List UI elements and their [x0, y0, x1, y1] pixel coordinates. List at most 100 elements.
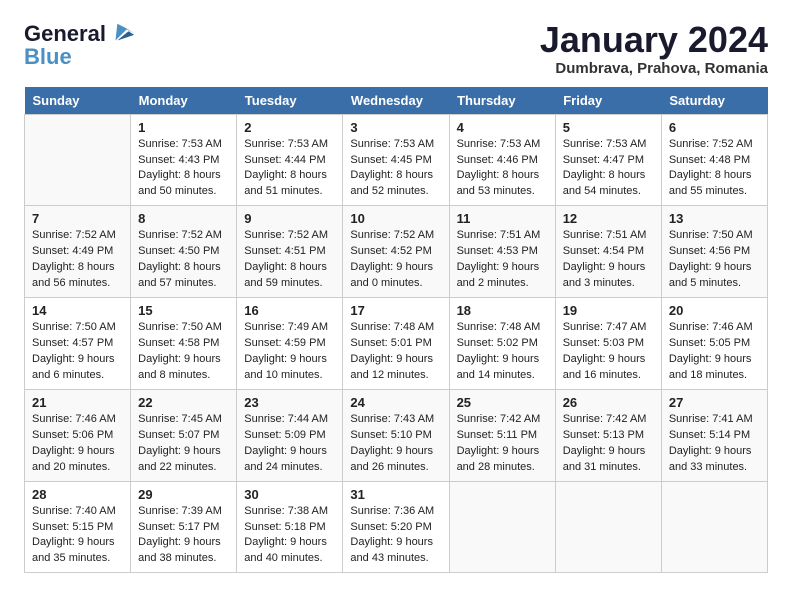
- day-number: 13: [669, 211, 760, 226]
- day-info: Sunrise: 7:51 AMSunset: 4:53 PMDaylight:…: [457, 228, 548, 292]
- calendar-cell: 5 Sunrise: 7:53 AMSunset: 4:47 PMDaylight…: [555, 114, 661, 206]
- day-number: 3: [350, 120, 441, 135]
- col-header-saturday: Saturday: [661, 87, 767, 115]
- calendar-cell: [25, 114, 131, 206]
- day-number: 26: [563, 395, 654, 410]
- day-info: Sunrise: 7:42 AMSunset: 5:11 PMDaylight:…: [457, 412, 548, 476]
- day-number: 2: [244, 120, 335, 135]
- day-info: Sunrise: 7:53 AMSunset: 4:44 PMDaylight:…: [244, 137, 335, 201]
- calendar-cell: 4 Sunrise: 7:53 AMSunset: 4:46 PMDaylight…: [449, 114, 555, 206]
- header: General Blue January 2024 Dumbrava, Prah…: [24, 20, 768, 77]
- day-number: 22: [138, 395, 229, 410]
- day-number: 4: [457, 120, 548, 135]
- logo-bird-icon: [108, 20, 136, 48]
- location-subtitle: Dumbrava, Prahova, Romania: [540, 60, 768, 77]
- day-info: Sunrise: 7:41 AMSunset: 5:14 PMDaylight:…: [669, 412, 760, 476]
- day-number: 7: [32, 211, 123, 226]
- day-number: 19: [563, 303, 654, 318]
- calendar-cell: 8Sunrise: 7:52 AMSunset: 4:50 PMDaylight…: [131, 206, 237, 298]
- calendar-cell: 27Sunrise: 7:41 AMSunset: 5:14 PMDayligh…: [661, 389, 767, 481]
- calendar-cell: [661, 481, 767, 573]
- calendar-cell: 1 Sunrise: 7:53 AMSunset: 4:43 PMDaylight…: [131, 114, 237, 206]
- calendar-cell: 7 Sunrise: 7:52 AMSunset: 4:49 PMDaylight…: [25, 206, 131, 298]
- calendar-cell: 13 Sunrise: 7:50 AMSunset: 4:56 PMDayligh…: [661, 206, 767, 298]
- day-number: 28: [32, 487, 123, 502]
- day-info: Sunrise: 7:53 AMSunset: 4:47 PMDaylight:…: [563, 137, 654, 201]
- calendar-cell: 19Sunrise: 7:47 AMSunset: 5:03 PMDayligh…: [555, 298, 661, 390]
- day-info: Sunrise: 7:53 AMSunset: 4:43 PMDaylight:…: [138, 137, 229, 201]
- day-number: 30: [244, 487, 335, 502]
- day-info: Sunrise: 7:49 AMSunset: 4:59 PMDaylight:…: [244, 320, 335, 384]
- day-number: 17: [350, 303, 441, 318]
- day-info: Sunrise: 7:43 AMSunset: 5:10 PMDaylight:…: [350, 412, 441, 476]
- calendar-cell: 17 Sunrise: 7:48 AMSunset: 5:01 PMDayligh…: [343, 298, 449, 390]
- calendar-cell: 14 Sunrise: 7:50 AMSunset: 4:57 PMDayligh…: [25, 298, 131, 390]
- day-number: 20: [669, 303, 760, 318]
- day-number: 29: [138, 487, 229, 502]
- day-number: 21: [32, 395, 123, 410]
- week-row-4: 21 Sunrise: 7:46 AMSunset: 5:06 PMDayligh…: [25, 389, 768, 481]
- day-number: 23: [244, 395, 335, 410]
- day-info: Sunrise: 7:50 AMSunset: 4:56 PMDaylight:…: [669, 228, 760, 292]
- day-number: 12: [563, 211, 654, 226]
- day-number: 1: [138, 120, 229, 135]
- week-row-3: 14 Sunrise: 7:50 AMSunset: 4:57 PMDayligh…: [25, 298, 768, 390]
- calendar-cell: 23 Sunrise: 7:44 AMSunset: 5:09 PMDayligh…: [237, 389, 343, 481]
- day-info: Sunrise: 7:51 AMSunset: 4:54 PMDaylight:…: [563, 228, 654, 292]
- day-number: 11: [457, 211, 548, 226]
- calendar-cell: [555, 481, 661, 573]
- calendar-cell: 28Sunrise: 7:40 AMSunset: 5:15 PMDayligh…: [25, 481, 131, 573]
- calendar-cell: 9 Sunrise: 7:52 AMSunset: 4:51 PMDaylight…: [237, 206, 343, 298]
- day-info: Sunrise: 7:52 AMSunset: 4:51 PMDaylight:…: [244, 228, 335, 292]
- col-header-thursday: Thursday: [449, 87, 555, 115]
- day-info: Sunrise: 7:46 AMSunset: 5:05 PMDaylight:…: [669, 320, 760, 384]
- calendar-cell: 22 Sunrise: 7:45 AMSunset: 5:07 PMDayligh…: [131, 389, 237, 481]
- day-number: 14: [32, 303, 123, 318]
- week-row-2: 7 Sunrise: 7:52 AMSunset: 4:49 PMDaylight…: [25, 206, 768, 298]
- logo: General Blue: [24, 20, 136, 70]
- calendar-table: SundayMondayTuesdayWednesdayThursdayFrid…: [24, 87, 768, 574]
- col-header-tuesday: Tuesday: [237, 87, 343, 115]
- calendar-cell: 6 Sunrise: 7:52 AMSunset: 4:48 PMDaylight…: [661, 114, 767, 206]
- day-number: 6: [669, 120, 760, 135]
- day-info: Sunrise: 7:45 AMSunset: 5:07 PMDaylight:…: [138, 412, 229, 476]
- day-info: Sunrise: 7:52 AMSunset: 4:48 PMDaylight:…: [669, 137, 760, 201]
- calendar-cell: 15Sunrise: 7:50 AMSunset: 4:58 PMDayligh…: [131, 298, 237, 390]
- week-row-1: 1 Sunrise: 7:53 AMSunset: 4:43 PMDaylight…: [25, 114, 768, 206]
- calendar-cell: 20 Sunrise: 7:46 AMSunset: 5:05 PMDayligh…: [661, 298, 767, 390]
- calendar-cell: 29 Sunrise: 7:39 AMSunset: 5:17 PMDayligh…: [131, 481, 237, 573]
- day-info: Sunrise: 7:52 AMSunset: 4:49 PMDaylight:…: [32, 228, 123, 292]
- calendar-cell: 10 Sunrise: 7:52 AMSunset: 4:52 PMDayligh…: [343, 206, 449, 298]
- day-info: Sunrise: 7:52 AMSunset: 4:52 PMDaylight:…: [350, 228, 441, 292]
- day-number: 8: [138, 211, 229, 226]
- logo-text: General: [24, 22, 106, 46]
- calendar-cell: 18 Sunrise: 7:48 AMSunset: 5:02 PMDayligh…: [449, 298, 555, 390]
- col-header-monday: Monday: [131, 87, 237, 115]
- day-number: 18: [457, 303, 548, 318]
- day-number: 10: [350, 211, 441, 226]
- day-number: 5: [563, 120, 654, 135]
- day-number: 16: [244, 303, 335, 318]
- day-info: Sunrise: 7:44 AMSunset: 5:09 PMDaylight:…: [244, 412, 335, 476]
- calendar-cell: [449, 481, 555, 573]
- day-info: Sunrise: 7:46 AMSunset: 5:06 PMDaylight:…: [32, 412, 123, 476]
- day-info: Sunrise: 7:39 AMSunset: 5:17 PMDaylight:…: [138, 504, 229, 568]
- day-info: Sunrise: 7:50 AMSunset: 4:57 PMDaylight:…: [32, 320, 123, 384]
- calendar-cell: 12 Sunrise: 7:51 AMSunset: 4:54 PMDayligh…: [555, 206, 661, 298]
- day-info: Sunrise: 7:48 AMSunset: 5:02 PMDaylight:…: [457, 320, 548, 384]
- day-number: 9: [244, 211, 335, 226]
- calendar-cell: 11 Sunrise: 7:51 AMSunset: 4:53 PMDayligh…: [449, 206, 555, 298]
- title-area: January 2024 Dumbrava, Prahova, Romania: [540, 20, 768, 77]
- day-number: 24: [350, 395, 441, 410]
- day-number: 15: [138, 303, 229, 318]
- calendar-cell: 30 Sunrise: 7:38 AMSunset: 5:18 PMDayligh…: [237, 481, 343, 573]
- header-row: SundayMondayTuesdayWednesdayThursdayFrid…: [25, 87, 768, 115]
- day-info: Sunrise: 7:38 AMSunset: 5:18 PMDaylight:…: [244, 504, 335, 568]
- day-info: Sunrise: 7:53 AMSunset: 4:46 PMDaylight:…: [457, 137, 548, 201]
- day-info: Sunrise: 7:36 AMSunset: 5:20 PMDaylight:…: [350, 504, 441, 568]
- calendar-cell: 24 Sunrise: 7:43 AMSunset: 5:10 PMDayligh…: [343, 389, 449, 481]
- col-header-friday: Friday: [555, 87, 661, 115]
- week-row-5: 28Sunrise: 7:40 AMSunset: 5:15 PMDayligh…: [25, 481, 768, 573]
- calendar-cell: 26Sunrise: 7:42 AMSunset: 5:13 PMDayligh…: [555, 389, 661, 481]
- day-info: Sunrise: 7:48 AMSunset: 5:01 PMDaylight:…: [350, 320, 441, 384]
